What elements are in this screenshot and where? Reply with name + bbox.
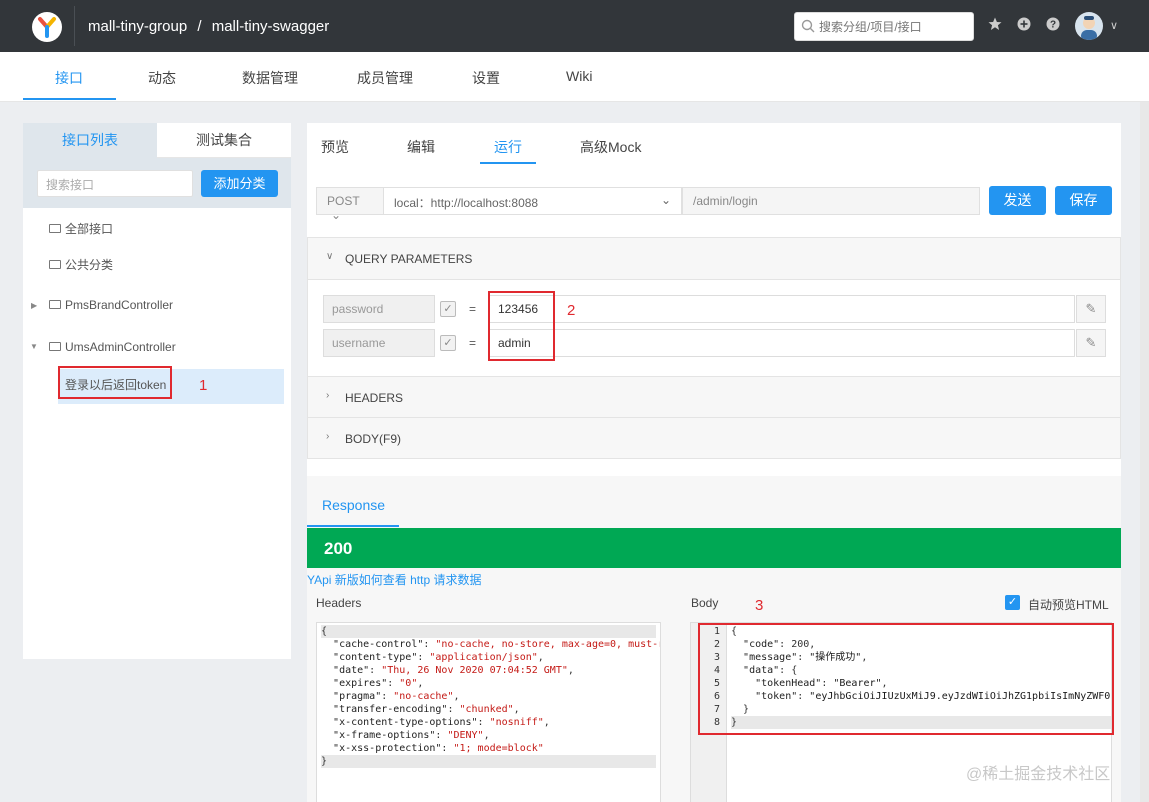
headers-label: Headers (316, 596, 362, 610)
param-enabled-checkbox[interactable]: ✓ (440, 335, 456, 351)
preview-html-label[interactable]: 自动预览HTML (1028, 596, 1109, 613)
highlight-box-2 (488, 291, 555, 361)
tree-item-public[interactable]: 公共分类 (49, 256, 113, 273)
interface-editor: 预览 编辑 运行 高级Mock POST ⌄ local：http://loca… (307, 123, 1121, 802)
add-category-button[interactable]: 添加分类 (201, 170, 278, 197)
tab-preview[interactable]: 预览 (321, 137, 349, 157)
tab-wiki[interactable]: Wiki (566, 68, 592, 84)
active-tab-indicator (23, 98, 116, 100)
request-path-input[interactable]: /admin/login (682, 187, 980, 215)
breadcrumb-project[interactable]: mall-tiny-swagger (212, 18, 330, 35)
folder-icon (49, 260, 61, 269)
chevron-down-icon: ⌄ (660, 193, 671, 207)
param-value-username[interactable]: admin (489, 329, 1075, 357)
tab-activity[interactable]: 动态 (148, 68, 176, 88)
send-button[interactable]: 发送 (989, 186, 1046, 215)
top-header: mall-tiny-group / mall-tiny-swagger ? ∨ (0, 0, 1149, 52)
yapi-help-link[interactable]: YApi 新版如何查看 http 请求数据 (307, 571, 481, 588)
help-icon[interactable]: ? (1046, 17, 1060, 31)
body-label: Body (691, 596, 719, 610)
tree-label: PmsBrandController (65, 298, 174, 312)
tab-data-management[interactable]: 数据管理 (242, 68, 298, 88)
tab-settings[interactable]: 设置 (472, 68, 500, 88)
save-button[interactable]: 保存 (1055, 186, 1112, 215)
tree-label: UmsAdminController (65, 340, 176, 354)
tree-item-pmsbrand[interactable]: PmsBrandController (49, 298, 173, 312)
headers-title: HEADERS (345, 391, 404, 405)
tree-label: 全部接口 (65, 222, 114, 236)
folder-icon (49, 224, 61, 233)
chevron-down-icon: ⌄ (331, 208, 342, 222)
edit-icon[interactable]: ✎ (1076, 329, 1106, 357)
tab-interface[interactable]: 接口 (55, 68, 83, 88)
preview-html-checkbox[interactable]: ✓ (1005, 595, 1020, 610)
chevron-right-icon: › (326, 390, 330, 401)
caret-down-icon[interactable]: ▼ (30, 342, 38, 351)
active-run-indicator (480, 162, 536, 164)
highlight-box-1 (58, 366, 172, 399)
tree-label: 公共分类 (65, 258, 114, 272)
response-headers-code[interactable]: { "cache-control": "no-cache, no-store, … (316, 622, 661, 802)
tab-interface-list[interactable]: 接口列表 (23, 123, 157, 158)
tab-run[interactable]: 运行 (494, 137, 522, 157)
query-parameters-section: ∨ QUERY PARAMETERS password ✓ = 123456 ✎… (307, 237, 1121, 377)
param-enabled-checkbox[interactable]: ✓ (440, 301, 456, 317)
tab-members[interactable]: 成员管理 (357, 68, 413, 88)
global-search-input[interactable] (819, 17, 969, 37)
body-section[interactable]: › BODY(F9) (307, 417, 1121, 459)
watermark: @稀土掘金技术社区 (966, 766, 1111, 783)
folder-icon (49, 300, 61, 309)
env-select[interactable]: local：http://localhost:8088 ⌄ (384, 187, 682, 215)
highlight-box-3 (698, 623, 1114, 735)
search-icon (801, 19, 815, 33)
project-nav: 接口 动态 数据管理 成员管理 设置 Wiki (0, 52, 1149, 102)
annotation-1: 1 (199, 377, 208, 394)
method-value: POST (327, 194, 360, 208)
svg-text:?: ? (1050, 20, 1056, 31)
param-value-password[interactable]: 123456 (489, 295, 1075, 323)
edit-icon[interactable]: ✎ (1076, 295, 1106, 323)
tab-response[interactable]: Response (322, 497, 385, 513)
status-code-bar: 200 (307, 528, 1121, 568)
breadcrumb: mall-tiny-group / mall-tiny-swagger (88, 18, 335, 35)
chevron-down-icon: ∨ (326, 251, 334, 262)
breadcrumb-separator: / (197, 18, 202, 35)
user-avatar[interactable] (1075, 12, 1103, 40)
add-project-icon[interactable] (1017, 17, 1031, 31)
tree-item-all[interactable]: 全部接口 (49, 220, 113, 237)
logo-divider (74, 6, 75, 46)
global-search[interactable] (794, 12, 974, 41)
page-scrollbar[interactable] (1140, 102, 1149, 802)
interface-search-input[interactable]: 搜索接口 (37, 170, 193, 197)
folder-icon (49, 342, 61, 351)
star-icon[interactable] (988, 17, 1002, 31)
interface-sidebar: 接口列表 测试集合 搜索接口 添加分类 全部接口 公共分类 ▶ PmsBrand… (23, 123, 291, 659)
query-header[interactable]: ∨ QUERY PARAMETERS (308, 238, 1120, 280)
annotation-3: 3 (755, 597, 764, 614)
body-title: BODY(F9) (345, 432, 402, 446)
chevron-down-icon[interactable]: ∨ (1110, 19, 1118, 32)
tab-edit[interactable]: 编辑 (407, 137, 435, 157)
tab-advanced-mock[interactable]: 高级Mock (580, 137, 641, 157)
response-tab-indicator (307, 525, 399, 527)
query-title: QUERY PARAMETERS (345, 252, 473, 266)
chevron-right-icon: › (326, 431, 330, 442)
headers-section[interactable]: › HEADERS (307, 376, 1121, 418)
equals-sign: = (469, 336, 477, 350)
tree-item-umsadmin[interactable]: UmsAdminController (49, 340, 176, 354)
tab-test-collection[interactable]: 测试集合 (157, 123, 291, 158)
equals-sign: = (469, 302, 477, 316)
method-select[interactable]: POST ⌄ (316, 187, 384, 222)
breadcrumb-group[interactable]: mall-tiny-group (88, 18, 187, 35)
param-name-password[interactable]: password (323, 295, 435, 323)
env-value: local：http://localhost:8088 (394, 196, 539, 210)
param-name-username[interactable]: username (323, 329, 435, 357)
caret-right-icon[interactable]: ▶ (31, 301, 37, 310)
yapi-logo[interactable] (32, 12, 62, 42)
sidebar-search-area: 搜索接口 添加分类 (23, 158, 291, 208)
annotation-2: 2 (567, 302, 576, 319)
